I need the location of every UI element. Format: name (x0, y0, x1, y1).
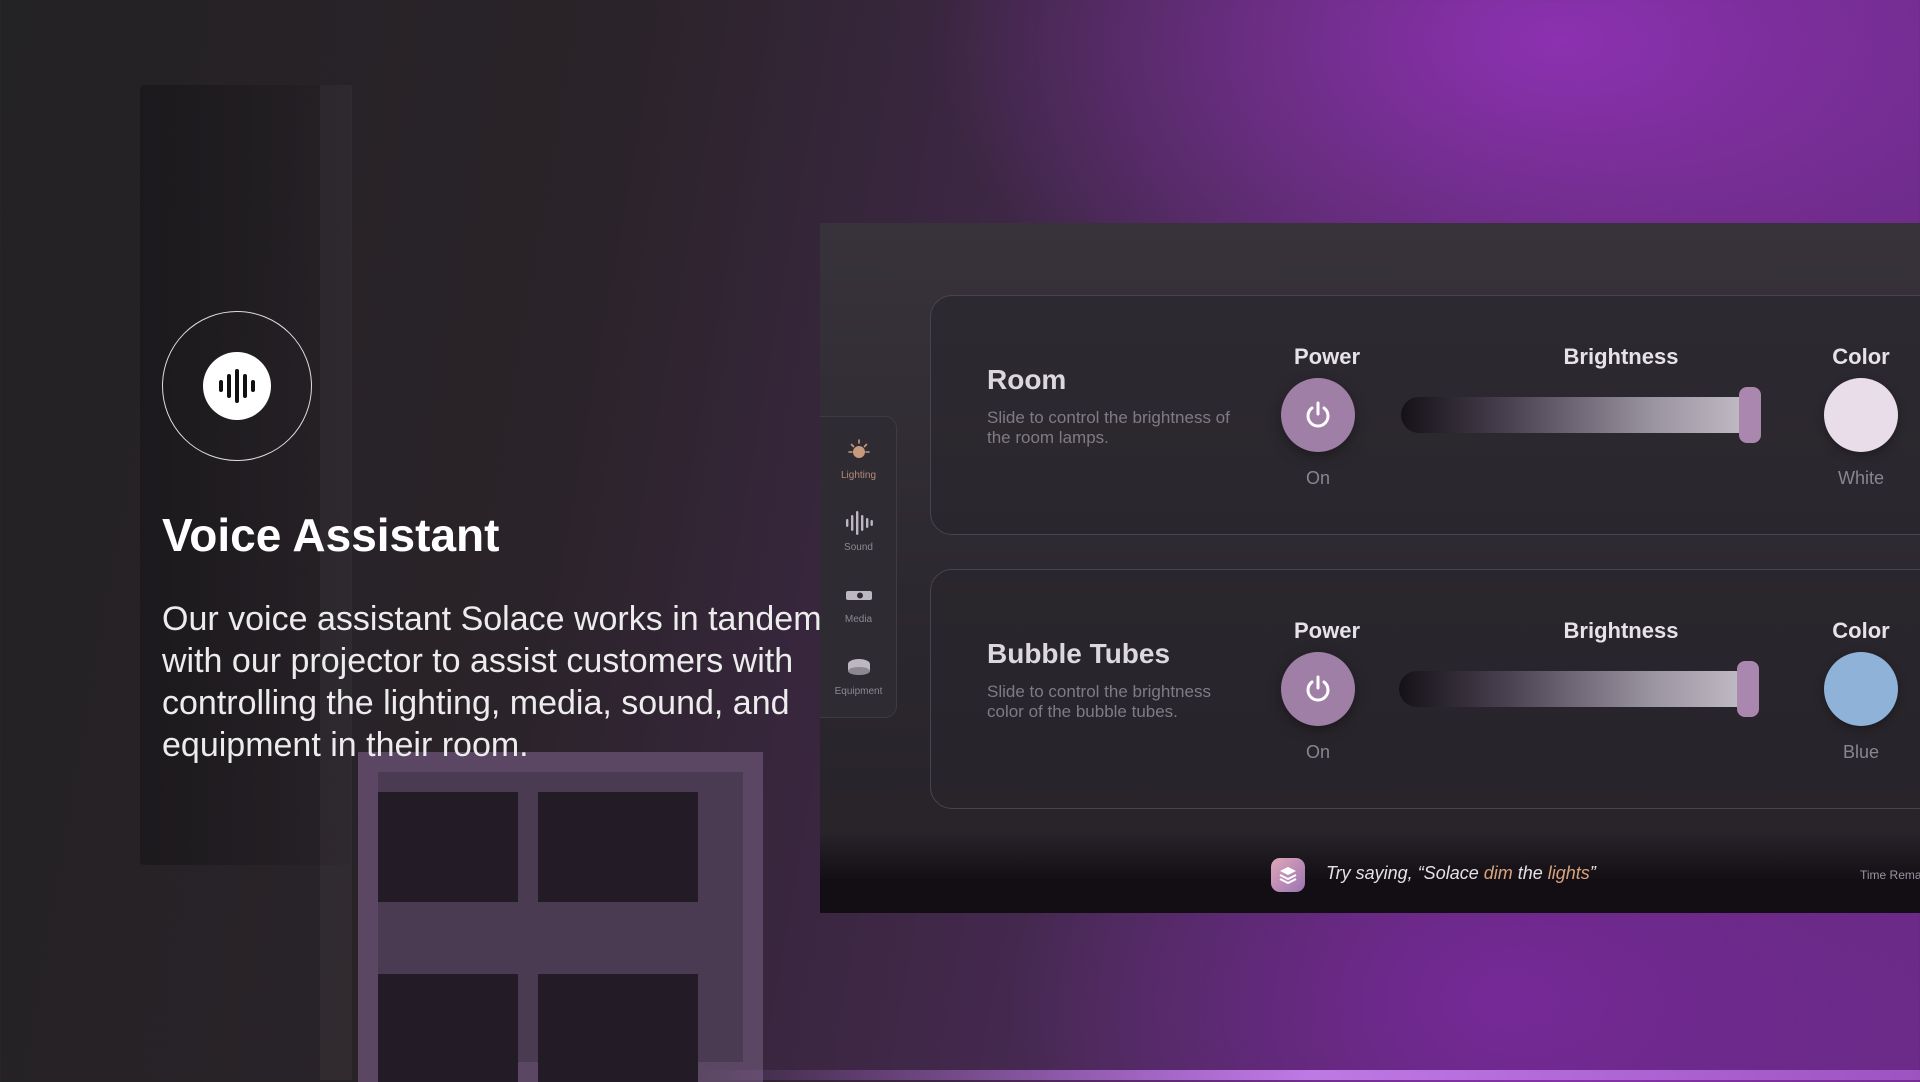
hero-description: Our voice assistant Solace works in tand… (162, 600, 822, 764)
projector-icon (845, 591, 872, 600)
nav-label-lighting: Lighting (840, 470, 877, 481)
brightness-heading: Brightness (1563, 618, 1679, 643)
sound-wave-icon (845, 511, 873, 535)
background-door-frame (320, 85, 352, 1080)
voice-hint-bar: Try saying, “Solace dim the lights” Time… (820, 855, 1920, 895)
card-title: Bubble Tubes (987, 638, 1171, 669)
room-power-button[interactable] (1281, 378, 1355, 452)
hint-highlight-dim: dim (1483, 863, 1513, 883)
hint-highlight-lights: lights (1547, 863, 1590, 883)
room-color-name: White (1837, 468, 1884, 488)
slider-thumb[interactable] (1737, 661, 1759, 717)
control-panel: Lighting Sound Media Equipment Room Slid… (820, 223, 1920, 913)
background-shelf (358, 752, 763, 1082)
card-description: Slide to control the brightness color of… (987, 682, 1211, 721)
bubble-tubes-power-button[interactable] (1281, 652, 1355, 726)
nav-label-media: Media (844, 614, 873, 625)
nav-label-equipment: Equipment (834, 686, 883, 697)
card-room: Room Slide to control the brightness of … (930, 295, 1920, 535)
room-color-swatch[interactable] (1824, 378, 1898, 452)
power-heading: Power (1293, 618, 1361, 643)
voice-hint-text: Try saying, “Solace dim the lights” (1326, 863, 1596, 883)
solace-logo-icon (1271, 858, 1305, 892)
card-title: Room (987, 364, 1067, 395)
nav-item-lighting[interactable]: Lighting (820, 439, 897, 481)
nav-label-sound: Sound (844, 542, 873, 553)
lightbulb-icon (847, 439, 870, 458)
nav-item-sound[interactable]: Sound (820, 511, 897, 553)
sound-wave-icon (219, 369, 255, 403)
brightness-heading: Brightness (1563, 344, 1679, 369)
page-title: Voice Assistant (162, 509, 500, 561)
voice-assistant-badge (162, 311, 312, 461)
nav-item-media[interactable]: Media (820, 583, 897, 625)
bubble-tubes-power-state: On (1305, 742, 1330, 762)
side-nav: Lighting Sound Media Equipment (820, 416, 897, 718)
room-brightness-slider[interactable] (1401, 387, 1761, 443)
power-icon (1306, 401, 1330, 428)
room-power-state: On (1305, 468, 1330, 488)
floor-light-strip (700, 1070, 1920, 1080)
power-icon (1306, 675, 1330, 702)
bubble-tubes-color-swatch[interactable] (1824, 652, 1898, 726)
bubble-tubes-brightness-slider[interactable] (1399, 661, 1759, 717)
equipment-icon (847, 659, 870, 675)
bubble-tubes-color-name: Blue (1842, 742, 1880, 762)
nav-item-equipment[interactable]: Equipment (820, 655, 897, 697)
color-heading: Color (1832, 344, 1890, 369)
card-bubble-tubes: Bubble Tubes Slide to control the bright… (930, 569, 1920, 809)
power-heading: Power (1293, 344, 1361, 369)
slider-thumb[interactable] (1739, 387, 1761, 443)
color-heading: Color (1832, 618, 1890, 643)
card-description: Slide to control the brightness of the r… (987, 408, 1230, 447)
time-remaining-label: Time Rema (1860, 868, 1920, 882)
